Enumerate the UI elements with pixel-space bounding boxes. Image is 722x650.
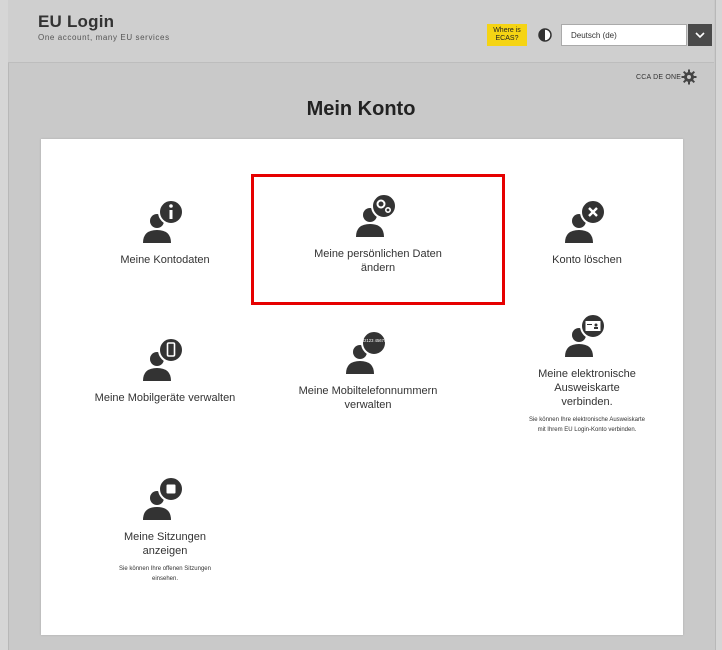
gear-icon[interactable] <box>681 69 697 85</box>
chevron-down-icon <box>695 32 705 39</box>
page-title: Mein Konto <box>306 98 416 120</box>
account-name[interactable]: CCA DE ONE <box>636 74 681 81</box>
user-mobile-icon <box>143 337 184 381</box>
tile-view-sessions[interactable]: Meine Sitzungen anzeigen Sie können Ihre… <box>82 476 248 584</box>
tile-manage-phone-numbers[interactable]: +32123 456789 Meine Mobiltelefonnummern … <box>283 330 453 412</box>
contrast-icon[interactable] <box>538 28 552 42</box>
tile-label: Konto löschen <box>552 254 622 266</box>
tile-label: Meine Kontodaten <box>120 254 210 266</box>
language-dropdown-button[interactable] <box>688 24 712 46</box>
user-info-icon <box>143 199 184 243</box>
highlight-box <box>251 174 505 305</box>
user-phone-number-icon: +32123 456789 <box>346 330 389 374</box>
tile-account-details[interactable]: Meine Kontodaten <box>90 199 240 267</box>
language-select[interactable]: Deutsch (de) <box>561 24 687 46</box>
header: EU Login One account, many EU services W… <box>8 0 714 63</box>
user-delete-icon <box>565 199 606 243</box>
phone-badge-text: +32123 456789 <box>359 338 389 343</box>
ecas-badge[interactable]: Where is ECAS? <box>487 24 527 46</box>
tile-delete-account[interactable]: Konto löschen <box>527 199 647 267</box>
tile-label: Meine Sitzungen anzeigen <box>124 531 206 557</box>
user-id-card-icon <box>565 313 606 357</box>
tile-connect-eid-card[interactable]: Meine elektronische Ausweiskarte verbind… <box>520 313 654 435</box>
app-tagline: One account, many EU services <box>38 33 170 42</box>
tile-description: Sie können Ihre elektronische Ausweiskar… <box>528 417 646 433</box>
tile-label: Meine Mobiltelefonnummern verwalten <box>298 385 438 411</box>
app-title: EU Login <box>38 12 115 31</box>
tile-description: Sie können Ihre offenen Sitzungen einseh… <box>119 566 211 582</box>
tile-label: Meine elektronische Ausweiskarte verbind… <box>538 368 636 408</box>
tile-manage-mobile-devices[interactable]: Meine Mobilgeräte verwalten <box>90 337 240 405</box>
user-sessions-icon <box>143 476 184 520</box>
tile-label: Meine Mobilgeräte verwalten <box>94 392 236 404</box>
